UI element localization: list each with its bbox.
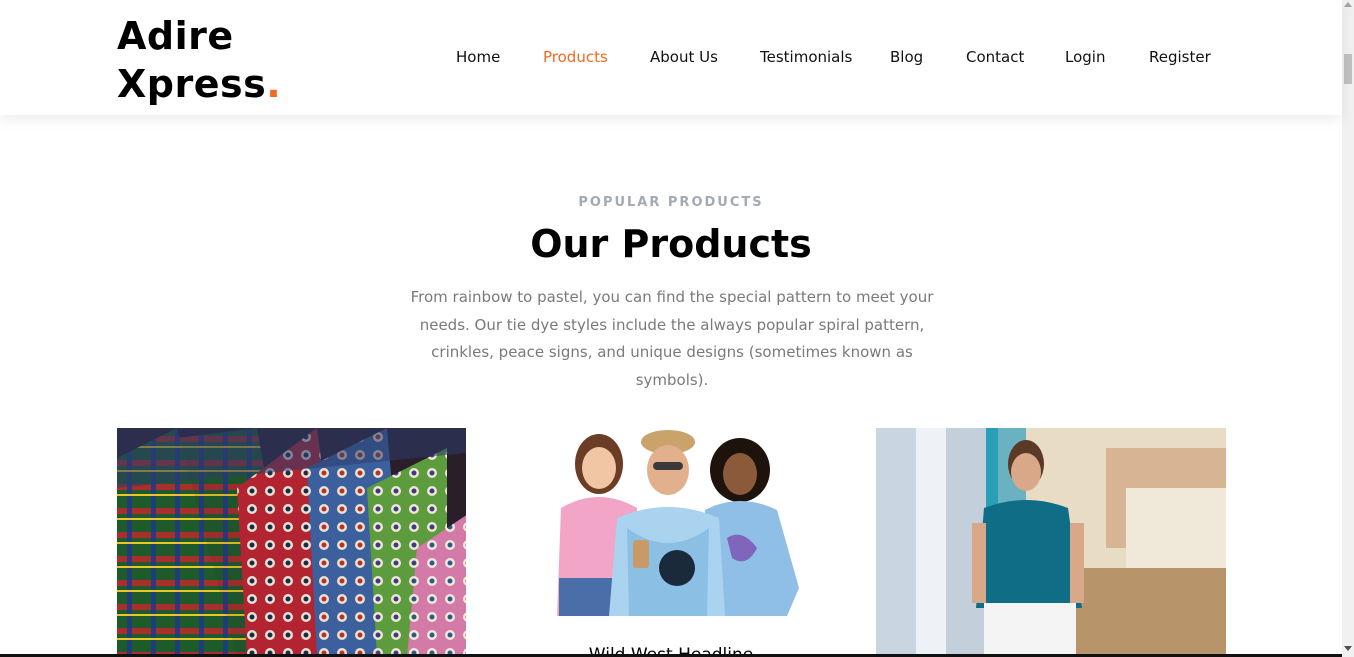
scrollbar-thumb[interactable]: [1344, 54, 1352, 84]
tie-dye-group-photo: [537, 428, 799, 616]
ties-photo: [117, 428, 466, 657]
scroll-up-arrow-icon[interactable]: [1344, 2, 1352, 7]
nav-home[interactable]: Home: [456, 48, 500, 66]
nav-contact[interactable]: Contact: [966, 48, 1024, 66]
nav-testimonials[interactable]: Testimonials: [760, 48, 852, 66]
product-image-teal-tshirt[interactable]: [876, 428, 1226, 657]
section-description: From rainbow to pastel, you can find the…: [410, 288, 934, 389]
nav-about-us[interactable]: About Us: [650, 48, 718, 66]
section-title: Our Products: [530, 222, 812, 266]
page-scrollbar[interactable]: [1342, 0, 1354, 657]
scroll-down-arrow-icon[interactable]: [1344, 646, 1352, 651]
product-image-tie-dye-group[interactable]: [537, 428, 799, 616]
nav-login[interactable]: Login: [1065, 48, 1105, 66]
nav-blog[interactable]: Blog: [890, 48, 923, 66]
product-image-ties[interactable]: [117, 428, 466, 657]
main-nav: Home Products About Us Testimonials Blog…: [0, 48, 1342, 72]
site-header: Adire Xpress. Home Products About Us Tes…: [0, 0, 1342, 115]
teal-tshirt-photo: [876, 428, 1226, 657]
nav-register[interactable]: Register: [1149, 48, 1211, 66]
section-eyebrow: POPULAR PRODUCTS: [578, 195, 764, 210]
nav-products[interactable]: Products: [543, 48, 608, 66]
